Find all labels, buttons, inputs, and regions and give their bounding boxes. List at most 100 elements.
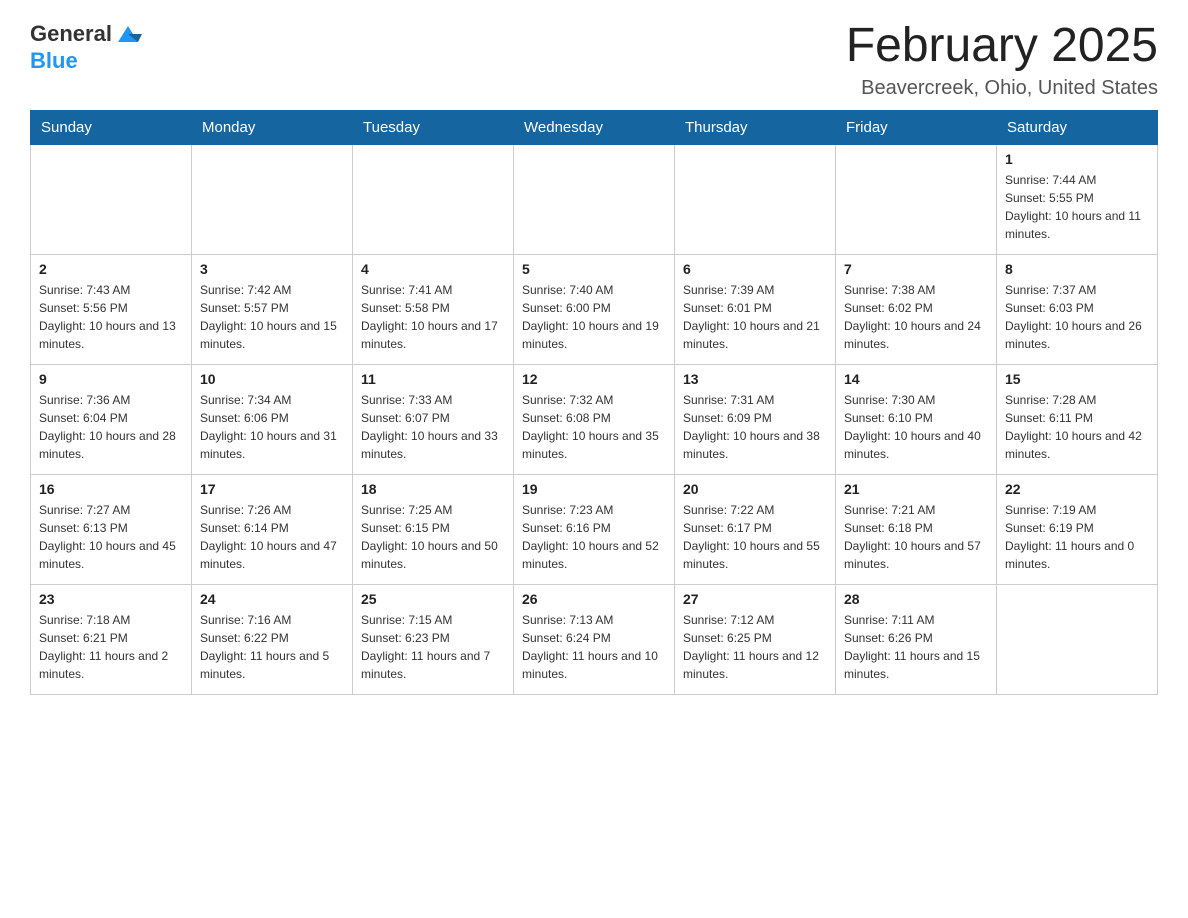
weekday-header: Wednesday <box>514 110 675 144</box>
calendar-day-cell: 21 Sunrise: 7:21 AMSunset: 6:18 PMDayligh… <box>836 474 997 584</box>
day-number: 14 <box>844 371 988 387</box>
calendar-body: 1 Sunrise: 7:44 AMSunset: 5:55 PMDaylight… <box>31 144 1158 694</box>
day-info: Sunrise: 7:27 AMSunset: 6:13 PMDaylight:… <box>39 501 183 573</box>
calendar-day-cell: 22 Sunrise: 7:19 AMSunset: 6:19 PMDayligh… <box>997 474 1158 584</box>
day-info: Sunrise: 7:12 AMSunset: 6:25 PMDaylight:… <box>683 611 827 683</box>
calendar-day-cell: 10 Sunrise: 7:34 AMSunset: 6:06 PMDayligh… <box>192 364 353 474</box>
calendar-day-cell: 26 Sunrise: 7:13 AMSunset: 6:24 PMDayligh… <box>514 584 675 694</box>
day-number: 25 <box>361 591 505 607</box>
day-number: 24 <box>200 591 344 607</box>
day-info: Sunrise: 7:34 AMSunset: 6:06 PMDaylight:… <box>200 391 344 463</box>
day-info: Sunrise: 7:23 AMSunset: 6:16 PMDaylight:… <box>522 501 666 573</box>
calendar-day-cell: 6 Sunrise: 7:39 AMSunset: 6:01 PMDaylight… <box>675 254 836 364</box>
day-number: 23 <box>39 591 183 607</box>
day-info: Sunrise: 7:39 AMSunset: 6:01 PMDaylight:… <box>683 281 827 353</box>
calendar-day-cell: 28Sunrise: 7:11 AMSunset: 6:26 PMDayligh… <box>836 584 997 694</box>
day-number: 15 <box>1005 371 1149 387</box>
day-number: 8 <box>1005 261 1149 277</box>
logo-text-general: General <box>30 21 112 47</box>
calendar-day-cell: 25 Sunrise: 7:15 AMSunset: 6:23 PMDayligh… <box>353 584 514 694</box>
day-number: 18 <box>361 481 505 497</box>
calendar-week-row: 23 Sunrise: 7:18 AMSunset: 6:21 PMDayligh… <box>31 584 1158 694</box>
calendar-day-cell: 15 Sunrise: 7:28 AMSunset: 6:11 PMDayligh… <box>997 364 1158 474</box>
day-info: Sunrise: 7:19 AMSunset: 6:19 PMDaylight:… <box>1005 501 1149 573</box>
calendar-day-cell: 12 Sunrise: 7:32 AMSunset: 6:08 PMDayligh… <box>514 364 675 474</box>
weekday-header: Friday <box>836 110 997 144</box>
calendar-day-cell: 13 Sunrise: 7:31 AMSunset: 6:09 PMDayligh… <box>675 364 836 474</box>
day-info: Sunrise: 7:28 AMSunset: 6:11 PMDaylight:… <box>1005 391 1149 463</box>
day-info: Sunrise: 7:16 AMSunset: 6:22 PMDaylight:… <box>200 611 344 683</box>
day-info: Sunrise: 7:18 AMSunset: 6:21 PMDaylight:… <box>39 611 183 683</box>
day-number: 22 <box>1005 481 1149 497</box>
day-number: 11 <box>361 371 505 387</box>
weekday-header: Saturday <box>997 110 1158 144</box>
calendar-day-cell <box>836 144 997 254</box>
calendar-day-cell: 4 Sunrise: 7:41 AMSunset: 5:58 PMDaylight… <box>353 254 514 364</box>
calendar-day-cell: 18 Sunrise: 7:25 AMSunset: 6:15 PMDayligh… <box>353 474 514 584</box>
day-info: Sunrise: 7:43 AMSunset: 5:56 PMDaylight:… <box>39 281 183 353</box>
calendar-day-cell <box>514 144 675 254</box>
calendar-day-cell: 8Sunrise: 7:37 AMSunset: 6:03 PMDaylight… <box>997 254 1158 364</box>
day-info: Sunrise: 7:11 AMSunset: 6:26 PMDaylight:… <box>844 611 988 683</box>
calendar-week-row: 1 Sunrise: 7:44 AMSunset: 5:55 PMDaylight… <box>31 144 1158 254</box>
day-number: 20 <box>683 481 827 497</box>
day-number: 2 <box>39 261 183 277</box>
day-number: 10 <box>200 371 344 387</box>
day-number: 9 <box>39 371 183 387</box>
calendar-day-cell: 11Sunrise: 7:33 AMSunset: 6:07 PMDayligh… <box>353 364 514 474</box>
day-info: Sunrise: 7:38 AMSunset: 6:02 PMDaylight:… <box>844 281 988 353</box>
calendar-day-cell: 23 Sunrise: 7:18 AMSunset: 6:21 PMDayligh… <box>31 584 192 694</box>
page-header: General Blue February 2025 Beavercreek, … <box>30 20 1158 100</box>
day-info: Sunrise: 7:36 AMSunset: 6:04 PMDaylight:… <box>39 391 183 463</box>
logo-icon <box>114 20 142 48</box>
day-number: 6 <box>683 261 827 277</box>
day-number: 3 <box>200 261 344 277</box>
day-number: 16 <box>39 481 183 497</box>
day-number: 1 <box>1005 151 1149 167</box>
day-number: 27 <box>683 591 827 607</box>
calendar-day-cell: 1 Sunrise: 7:44 AMSunset: 5:55 PMDaylight… <box>997 144 1158 254</box>
day-number: 12 <box>522 371 666 387</box>
day-number: 13 <box>683 371 827 387</box>
calendar-day-cell: 20 Sunrise: 7:22 AMSunset: 6:17 PMDayligh… <box>675 474 836 584</box>
day-number: 4 <box>361 261 505 277</box>
day-info: Sunrise: 7:13 AMSunset: 6:24 PMDaylight:… <box>522 611 666 683</box>
calendar-day-cell: 2 Sunrise: 7:43 AMSunset: 5:56 PMDaylight… <box>31 254 192 364</box>
calendar-day-cell <box>997 584 1158 694</box>
calendar-day-cell <box>31 144 192 254</box>
day-info: Sunrise: 7:21 AMSunset: 6:18 PMDaylight:… <box>844 501 988 573</box>
calendar-week-row: 2 Sunrise: 7:43 AMSunset: 5:56 PMDaylight… <box>31 254 1158 364</box>
calendar-day-cell: 9 Sunrise: 7:36 AMSunset: 6:04 PMDaylight… <box>31 364 192 474</box>
day-info: Sunrise: 7:44 AMSunset: 5:55 PMDaylight:… <box>1005 171 1149 243</box>
day-info: Sunrise: 7:42 AMSunset: 5:57 PMDaylight:… <box>200 281 344 353</box>
calendar-week-row: 16 Sunrise: 7:27 AMSunset: 6:13 PMDayligh… <box>31 474 1158 584</box>
day-info: Sunrise: 7:40 AMSunset: 6:00 PMDaylight:… <box>522 281 666 353</box>
month-title: February 2025 <box>846 20 1158 73</box>
day-info: Sunrise: 7:30 AMSunset: 6:10 PMDaylight:… <box>844 391 988 463</box>
calendar-week-row: 9 Sunrise: 7:36 AMSunset: 6:04 PMDaylight… <box>31 364 1158 474</box>
logo-text-blue: Blue <box>30 48 78 73</box>
calendar-day-cell: 7Sunrise: 7:38 AMSunset: 6:02 PMDaylight… <box>836 254 997 364</box>
day-number: 21 <box>844 481 988 497</box>
calendar-day-cell: 16 Sunrise: 7:27 AMSunset: 6:13 PMDayligh… <box>31 474 192 584</box>
weekday-header-row: SundayMondayTuesdayWednesdayThursdayFrid… <box>31 110 1158 144</box>
calendar-day-cell: 24 Sunrise: 7:16 AMSunset: 6:22 PMDayligh… <box>192 584 353 694</box>
day-info: Sunrise: 7:22 AMSunset: 6:17 PMDaylight:… <box>683 501 827 573</box>
calendar-day-cell: 14 Sunrise: 7:30 AMSunset: 6:10 PMDayligh… <box>836 364 997 474</box>
day-info: Sunrise: 7:15 AMSunset: 6:23 PMDaylight:… <box>361 611 505 683</box>
weekday-header: Monday <box>192 110 353 144</box>
day-info: Sunrise: 7:26 AMSunset: 6:14 PMDaylight:… <box>200 501 344 573</box>
calendar-day-cell: 27 Sunrise: 7:12 AMSunset: 6:25 PMDayligh… <box>675 584 836 694</box>
calendar-day-cell: 3 Sunrise: 7:42 AMSunset: 5:57 PMDaylight… <box>192 254 353 364</box>
day-info: Sunrise: 7:25 AMSunset: 6:15 PMDaylight:… <box>361 501 505 573</box>
day-info: Sunrise: 7:31 AMSunset: 6:09 PMDaylight:… <box>683 391 827 463</box>
day-number: 26 <box>522 591 666 607</box>
day-info: Sunrise: 7:41 AMSunset: 5:58 PMDaylight:… <box>361 281 505 353</box>
day-info: Sunrise: 7:32 AMSunset: 6:08 PMDaylight:… <box>522 391 666 463</box>
calendar-day-cell <box>675 144 836 254</box>
calendar-day-cell <box>192 144 353 254</box>
calendar-day-cell: 5 Sunrise: 7:40 AMSunset: 6:00 PMDaylight… <box>514 254 675 364</box>
title-block: February 2025 Beavercreek, Ohio, United … <box>846 20 1158 100</box>
weekday-header: Sunday <box>31 110 192 144</box>
day-number: 5 <box>522 261 666 277</box>
